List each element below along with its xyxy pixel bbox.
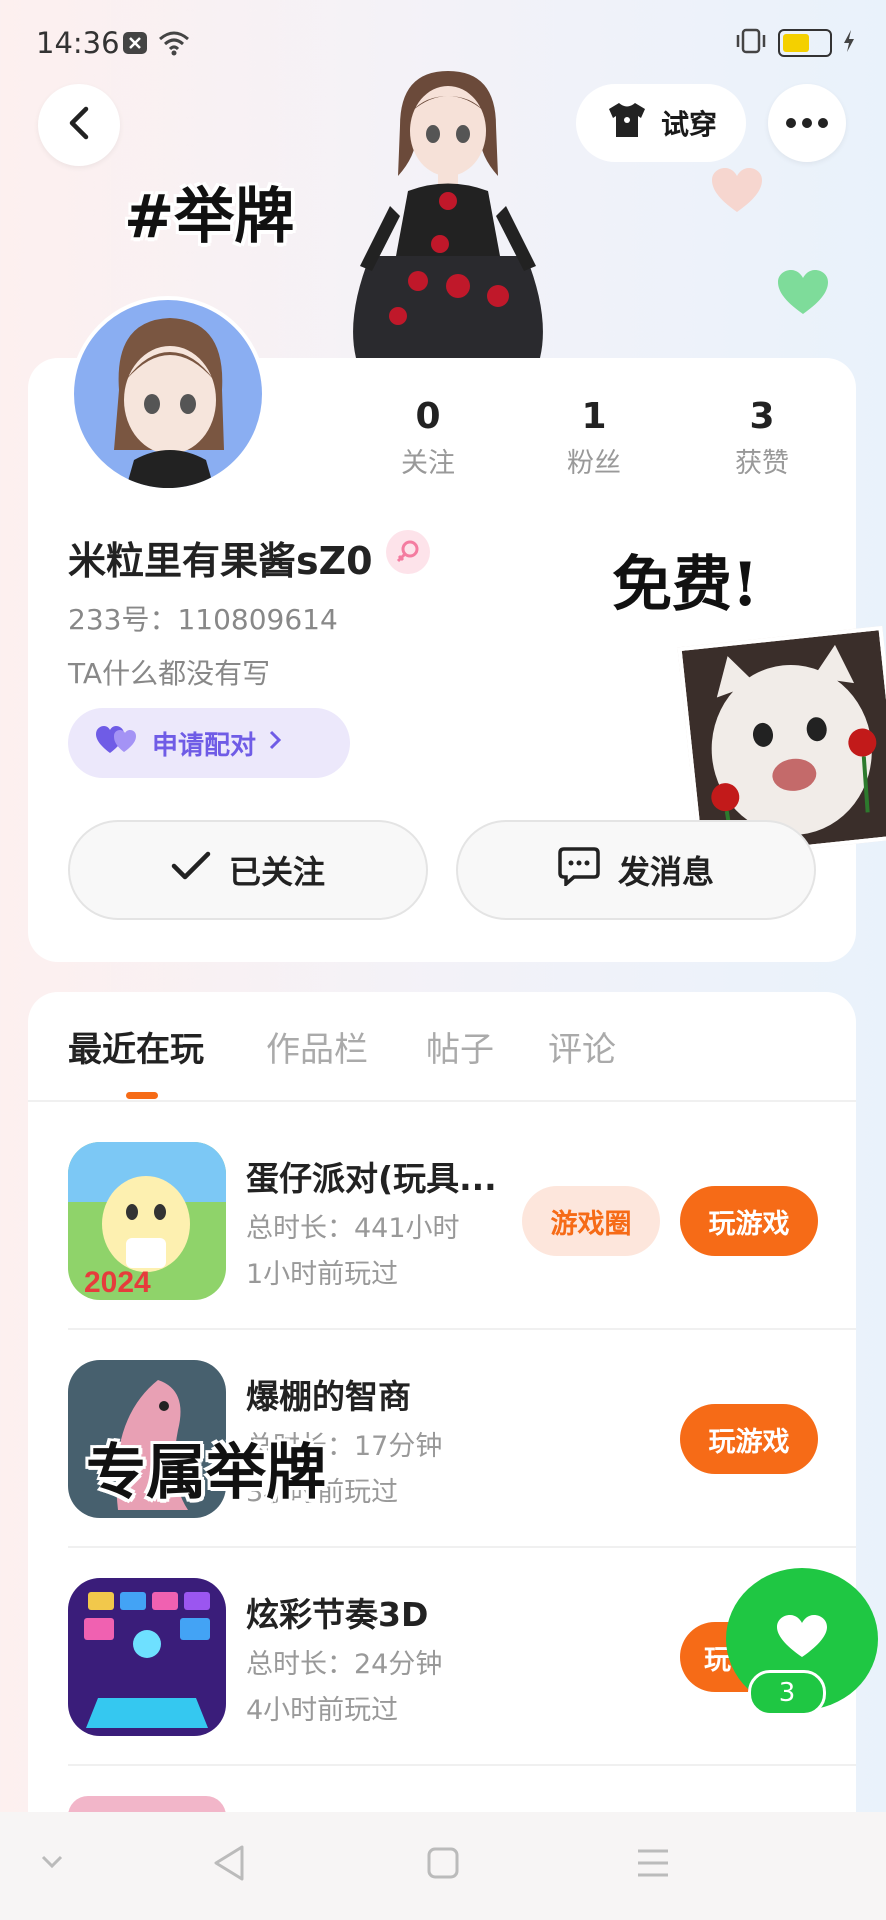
double-heart-icon xyxy=(96,725,140,762)
home-nav-icon[interactable] xyxy=(426,1846,460,1884)
apply-pair-button[interactable]: 申请配对 xyxy=(68,708,350,778)
free-sticker: 免费! xyxy=(612,550,759,620)
status-time: 14:36 xyxy=(36,26,120,60)
game-last-played: 1小时前玩过 xyxy=(246,1259,399,1290)
battery-icon xyxy=(778,29,832,57)
hashtag-sticker: #举牌 xyxy=(124,182,295,252)
send-message-label: 发消息 xyxy=(617,853,714,891)
tab-works[interactable]: 作品栏 xyxy=(266,1022,368,1071)
tabs-divider xyxy=(28,1100,856,1102)
likes-label: 获赞 xyxy=(735,448,789,479)
wifi-icon xyxy=(158,30,190,60)
stat-likes[interactable]: 3 获赞 xyxy=(702,396,822,480)
chevron-right-icon xyxy=(268,728,282,758)
game-title: 蛋仔派对(玩具... xyxy=(246,1159,497,1198)
game-last-played: 4小时前玩过 xyxy=(246,1695,399,1726)
tshirt-icon xyxy=(605,100,649,147)
play-game-button[interactable]: 玩游戏 xyxy=(680,1186,818,1256)
chevron-left-icon xyxy=(66,106,92,144)
message-bubble-icon xyxy=(558,846,600,894)
tab-comments[interactable]: 评论 xyxy=(548,1022,616,1071)
game-icon-rhythm xyxy=(68,1578,226,1736)
followers-count: 1 xyxy=(581,396,607,437)
nickname: 米粒里有果酱sZ0 xyxy=(68,539,373,583)
like-count-badge: 3 xyxy=(748,1670,826,1716)
followed-label: 已关注 xyxy=(228,853,325,891)
svg-text:2024: 2024 xyxy=(84,1266,151,1299)
chevron-down-icon[interactable] xyxy=(40,1854,64,1874)
following-label: 关注 xyxy=(401,448,455,479)
vibrate-icon xyxy=(734,28,768,58)
gender-female-icon xyxy=(386,530,430,574)
user-id: 233号：110809614 xyxy=(68,603,338,636)
game-title: 炫彩节奏3D xyxy=(246,1595,429,1634)
more-button[interactable] xyxy=(768,84,846,162)
try-on-label: 试穿 xyxy=(660,108,717,141)
followed-button[interactable]: 已关注 xyxy=(68,820,428,920)
game-icon-eggy-party: 2024 xyxy=(68,1142,226,1300)
likes-count: 3 xyxy=(749,396,775,437)
row-divider xyxy=(68,1328,856,1330)
stat-following[interactable]: 0 关注 xyxy=(368,396,488,480)
back-button[interactable] xyxy=(38,84,120,166)
tab-indicator xyxy=(126,1092,158,1099)
stat-followers[interactable]: 1 粉丝 xyxy=(534,396,654,480)
row-divider xyxy=(68,1546,856,1548)
menu-nav-icon[interactable] xyxy=(636,1848,670,1882)
game-circle-button[interactable]: 游戏圈 xyxy=(522,1186,660,1256)
tab-posts[interactable]: 帖子 xyxy=(426,1022,494,1071)
charging-icon xyxy=(842,29,856,57)
avatar[interactable] xyxy=(70,296,266,492)
try-on-button[interactable]: 试穿 xyxy=(576,84,746,162)
heart-icon xyxy=(777,1615,827,1663)
row-divider xyxy=(68,1764,856,1766)
heart-decoration-icon xyxy=(712,168,762,218)
game-duration: 总时长：441小时 xyxy=(246,1213,460,1244)
tab-recent-played[interactable]: 最近在玩 xyxy=(68,1022,204,1071)
apply-pair-label: 申请配对 xyxy=(152,730,257,761)
game-duration: 总时长：24分钟 xyxy=(246,1649,443,1680)
check-icon xyxy=(171,851,211,889)
more-dots-icon xyxy=(785,114,829,133)
system-nav-bar xyxy=(0,1812,886,1920)
bio: TA什么都没有写 xyxy=(68,657,271,690)
play-game-button[interactable]: 玩游戏 xyxy=(680,1404,818,1474)
back-nav-icon[interactable] xyxy=(212,1844,246,1886)
send-message-button[interactable]: 发消息 xyxy=(456,820,816,920)
game-title: 爆棚的智商 xyxy=(246,1377,411,1416)
character-figure xyxy=(330,66,560,358)
green-heart-decoration-icon xyxy=(778,270,828,320)
followers-label: 粉丝 xyxy=(567,448,621,479)
notification-icon xyxy=(122,31,148,59)
exclusive-sticker: 专属举牌 xyxy=(86,1438,326,1508)
following-count: 0 xyxy=(415,396,441,437)
